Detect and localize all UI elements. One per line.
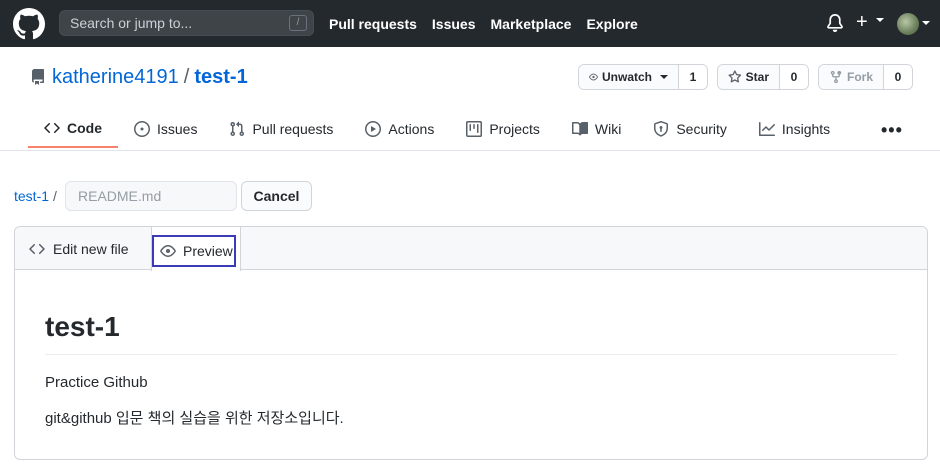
tab-projects[interactable]: Projects [450,110,556,148]
breadcrumb: test-1 / [14,188,57,204]
markdown-preview: test-1 Practice Github git&github 입문 책의 … [45,313,897,428]
book-icon [571,121,588,136]
star-count[interactable]: 0 [780,65,808,89]
watch-button-group: Unwatch 1 [578,64,708,90]
tab-code-label: Code [67,120,102,136]
chevron-down-icon [876,17,885,22]
shield-icon [654,121,669,137]
tab-pull-requests[interactable]: Pull requests [213,110,349,148]
repo-owner-link[interactable]: katherine4191 [52,66,179,89]
star-button[interactable]: Star [718,65,780,89]
search-placeholder: Search or jump to... [70,15,193,31]
code-icon [44,122,60,134]
search-input[interactable]: Search or jump to... / [59,10,314,36]
repo-icon [31,69,44,85]
tab-edit-label: Edit new file [53,240,129,257]
breadcrumb-repo-link[interactable]: test-1 [14,188,49,204]
pull-request-icon [230,121,245,137]
filename-field[interactable]: README.md [65,181,237,211]
code-icon [29,243,45,254]
tab-preview-label: Preview [183,243,233,259]
avatar[interactable] [897,13,919,35]
preview-paragraph: Practice Github [45,374,148,391]
tab-code[interactable]: Code [28,110,118,148]
editor-tabs: Edit new file Preview [15,227,927,271]
tab-actions-label: Actions [388,121,435,137]
preview-heading: test-1 [45,313,897,355]
tab-insights-label: Insights [781,121,831,137]
star-icon [728,70,742,83]
play-icon [365,121,382,137]
divider [0,150,940,151]
unwatch-button[interactable]: Unwatch [579,65,679,89]
bell-icon[interactable] [826,14,844,32]
global-header: Search or jump to... / Pull requests Iss… [0,0,940,47]
nav-pull-requests[interactable]: Pull requests [329,16,417,32]
star-button-group: Star 0 [717,64,809,90]
tab-security[interactable]: Security [637,110,743,148]
create-new-button[interactable]: + [856,11,886,33]
repo-nav: Code Issues Pull requests Actions Projec… [28,110,846,150]
tab-actions[interactable]: Actions [349,110,450,148]
search-shortcut-badge: / [289,15,307,31]
nav-issues[interactable]: Issues [432,16,476,32]
tab-wiki[interactable]: Wiki [556,110,637,148]
more-options-icon[interactable]: ••• [881,120,903,141]
tab-preview[interactable]: Preview [151,227,241,271]
issue-icon [134,121,150,137]
chevron-down-icon [922,21,930,25]
graph-icon [758,122,775,136]
file-editor: Edit new file Preview test-1 Practice Gi… [14,226,928,460]
tab-edit-new-file[interactable]: Edit new file [15,227,151,270]
repo-title: katherine4191 / test-1 [30,64,248,90]
nav-marketplace[interactable]: Marketplace [491,16,572,32]
eye-icon [160,245,176,257]
cancel-button[interactable]: Cancel [241,181,312,211]
chevron-down-icon [660,75,668,79]
fork-label: Fork [846,70,873,84]
preview-highlight-box: Preview [152,235,236,267]
repo-name-link[interactable]: test-1 [194,66,247,89]
tab-issues[interactable]: Issues [118,110,213,148]
preview-paragraph: git&github 입문 책의 실습을 위한 저장소입니다. [45,410,344,427]
tab-security-label: Security [676,121,727,137]
fork-icon [830,70,842,84]
star-label: Star [745,70,769,84]
unwatch-label: Unwatch [601,70,652,84]
nav-explore[interactable]: Explore [586,16,637,32]
fork-button-group: Fork 0 [818,64,913,90]
tab-pull-requests-label: Pull requests [252,121,334,137]
eye-icon [589,73,598,81]
tab-wiki-label: Wiki [594,121,622,137]
plus-icon: + [856,11,868,33]
repo-separator: / [183,65,190,88]
tab-insights[interactable]: Insights [743,110,846,148]
project-icon [466,121,483,137]
fork-button[interactable]: Fork [819,65,884,89]
fork-count[interactable]: 0 [884,65,912,89]
tab-issues-label: Issues [157,121,198,137]
tab-projects-label: Projects [489,121,540,137]
watch-count[interactable]: 1 [679,65,707,89]
github-logo-icon[interactable] [13,8,45,40]
global-nav: Pull requests Issues Marketplace Explore [329,0,653,47]
breadcrumb-separator: / [53,188,57,204]
